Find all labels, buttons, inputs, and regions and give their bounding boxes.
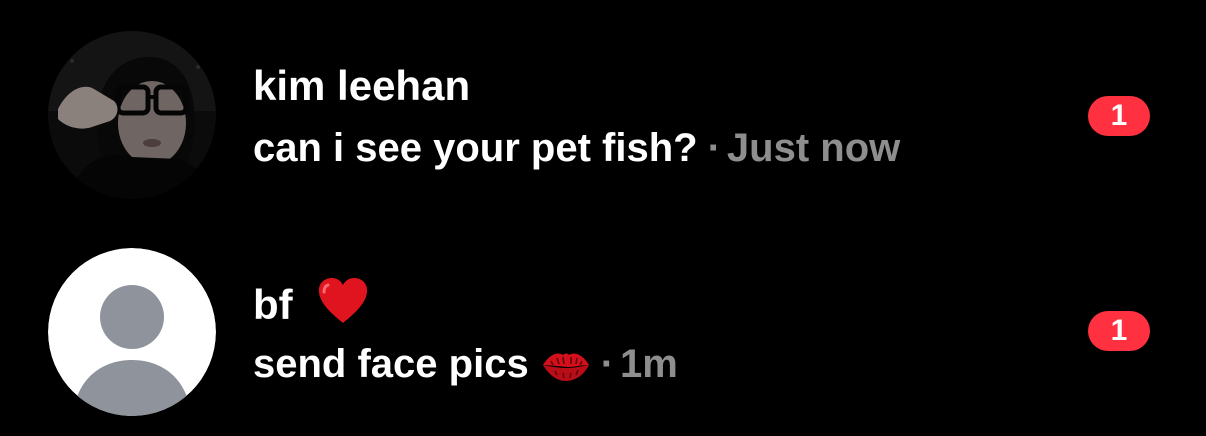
- conversation-list: kim leehan can i see your pet fish? · Just…: [0, 0, 1206, 436]
- last-message-text: can i see your pet fish?: [253, 126, 698, 170]
- conversation-row-kim-leehan[interactable]: kim leehan can i see your pet fish? · Just…: [0, 20, 1206, 210]
- conversation-name: kim leehan: [253, 61, 470, 111]
- name-text: bf: [253, 281, 293, 328]
- profile-photo-icon: [48, 31, 216, 199]
- separator-dot: ·: [600, 342, 615, 386]
- conversation-name: bf: [253, 277, 370, 336]
- red-heart-icon: [316, 277, 370, 336]
- default-user-icon: [48, 248, 216, 416]
- message-timestamp: 1m: [620, 342, 678, 386]
- unread-badge: 1: [1088, 311, 1150, 351]
- kiss-mark-icon: [541, 345, 591, 395]
- separator-dot: ·: [707, 126, 721, 170]
- name-text: kim leehan: [253, 62, 471, 109]
- message-timestamp: Just now: [726, 126, 901, 170]
- message-preview: send face pics · 1m: [253, 339, 678, 395]
- avatar[interactable]: [48, 248, 216, 416]
- conversation-row-bf[interactable]: bf send face pics · 1m 1: [0, 237, 1206, 427]
- last-message-text: send face pics: [253, 342, 529, 386]
- avatar[interactable]: [48, 31, 216, 199]
- message-preview: can i see your pet fish? · Just now: [253, 123, 900, 173]
- unread-badge: 1: [1088, 96, 1150, 136]
